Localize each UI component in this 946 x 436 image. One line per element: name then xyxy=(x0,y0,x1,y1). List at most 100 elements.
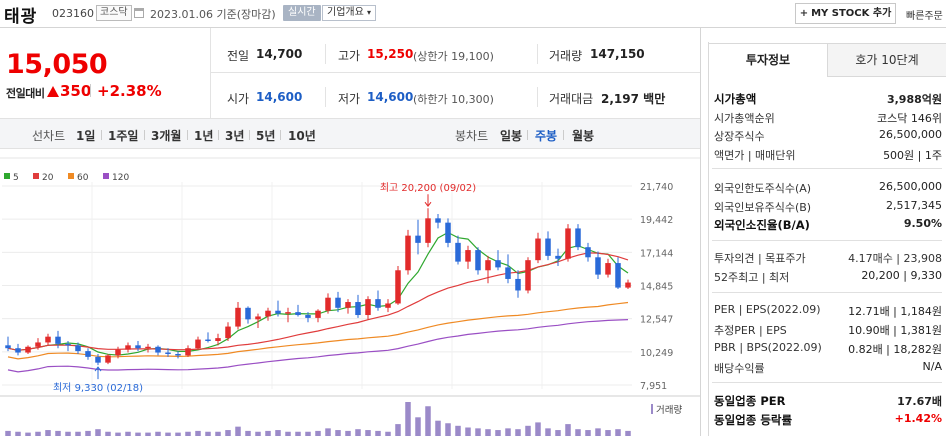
add-mystock-button[interactable]: + MY STOCK 추가 xyxy=(795,3,896,24)
info-row-value: 26,500,000 xyxy=(879,180,942,193)
stock-name: 태광 xyxy=(4,7,38,27)
candle-body xyxy=(305,315,311,318)
candle-body xyxy=(165,352,171,354)
info-row-label: 투자의견 | 목표주가 xyxy=(714,252,806,265)
info-row-label: PBR | BPS(2022.09) xyxy=(714,341,822,354)
volume-bar xyxy=(75,431,81,436)
tab-order-book[interactable]: 호가 10단계 xyxy=(828,43,946,77)
volume-bar xyxy=(585,430,591,436)
volume-bar xyxy=(375,430,381,436)
info-row-label: 동일업종 등락률 xyxy=(714,413,793,427)
candle-body xyxy=(25,346,31,353)
divider xyxy=(210,72,700,73)
info-row-label: 동일업종 PER xyxy=(714,394,786,408)
candle-body xyxy=(595,257,601,275)
prev-close-label: 전일 xyxy=(227,49,250,63)
volume-bar xyxy=(315,430,321,436)
info-row-label: 외국인소진율(B/A) xyxy=(714,218,810,232)
candle-body xyxy=(15,348,21,353)
candle-body xyxy=(615,263,621,288)
info-row-value: 17.67배 xyxy=(897,395,942,408)
candle-body xyxy=(355,302,361,316)
company-overview-dropdown[interactable]: 기업개요 ▾ xyxy=(322,5,377,21)
tab-1week[interactable]: 1주일 xyxy=(108,127,138,144)
tab-3years[interactable]: 3년 xyxy=(225,127,244,144)
divider xyxy=(90,84,91,97)
tab-investment-info[interactable]: 투자정보 xyxy=(708,43,828,77)
tab-10years[interactable]: 10년 xyxy=(288,127,316,144)
candle-body xyxy=(435,218,441,223)
volume-value: 147,150 xyxy=(590,47,645,61)
candle-body xyxy=(375,299,381,308)
volume-bar xyxy=(385,431,391,436)
volume-bar xyxy=(335,430,341,436)
volume-bar xyxy=(545,428,551,436)
change-rate: +2.38% xyxy=(97,82,162,100)
volume-bar xyxy=(55,430,61,436)
volume-bar xyxy=(575,429,581,436)
tab-5years[interactable]: 5년 xyxy=(256,127,275,144)
candle-body xyxy=(275,310,281,314)
volume-bar xyxy=(595,428,601,436)
quick-order-link[interactable]: 빠른주문 xyxy=(906,7,943,22)
divider xyxy=(527,130,528,140)
divider xyxy=(218,130,219,140)
volume-bar xyxy=(165,432,171,436)
volume-bar xyxy=(525,425,531,436)
volume-bar xyxy=(485,429,491,436)
volume-bar xyxy=(475,428,481,436)
tab-weekly-candle[interactable]: 주봉 xyxy=(535,127,557,144)
change-label: 전일대비 xyxy=(6,87,45,100)
info-row: 외국인소진율(B/A) 9.50% xyxy=(714,215,942,233)
legend-swatch xyxy=(68,173,74,179)
info-row: 추정PER | EPS 10.90배 | 1,381원 xyxy=(714,320,942,338)
tab-1day[interactable]: 1일 xyxy=(76,127,95,144)
volume-bar xyxy=(275,430,281,436)
y-tick-label: 12,547 xyxy=(640,315,673,326)
current-price: 15,050 xyxy=(6,49,108,80)
info-row-value: 0.82배 | 18,282원 xyxy=(848,343,942,356)
candle-body xyxy=(415,235,421,243)
high-annotation: 최고 20,200 (09/02) xyxy=(380,182,476,194)
volume-bar xyxy=(5,430,11,436)
candle-body xyxy=(475,250,481,271)
legend-swatch xyxy=(33,173,39,179)
volume-bar xyxy=(455,425,461,436)
upper-limit-label: (상한가 19,100) xyxy=(413,48,494,64)
volume-bar xyxy=(15,431,21,436)
candle-body xyxy=(125,345,131,350)
info-row-value: 10.90배 | 1,381원 xyxy=(848,324,942,337)
candle-body xyxy=(135,345,141,349)
tab-1year[interactable]: 1년 xyxy=(194,127,213,144)
legend-label: 120 xyxy=(112,173,129,183)
upper-limit-text: (상한가 xyxy=(413,50,448,63)
volume-bar xyxy=(65,431,71,436)
info-row-label: 추정PER | EPS xyxy=(714,324,787,337)
moving-average-line xyxy=(7,319,629,373)
tab-daily-candle[interactable]: 일봉 xyxy=(500,127,522,144)
y-tick-label: 19,442 xyxy=(640,215,673,226)
divider xyxy=(249,130,250,140)
info-row-value: 12.71배 | 1,184원 xyxy=(848,305,942,318)
info-row-value: 20,200 | 9,330 xyxy=(861,269,942,282)
info-row: 액면가 | 매매단위 500원 | 1주 xyxy=(714,145,942,163)
volume-bar xyxy=(115,432,121,436)
divider xyxy=(210,28,211,118)
price-chart[interactable]: 5 20 60 120 21,740 19,442 17,144 14,845 12,547 10… xyxy=(0,150,700,436)
tab-monthly-candle[interactable]: 월봉 xyxy=(572,127,594,144)
volume-bar xyxy=(195,430,201,436)
legend-swatch xyxy=(651,404,653,414)
candle-body xyxy=(525,260,531,291)
realtime-button[interactable]: 실시간 xyxy=(283,5,321,21)
tab-3months[interactable]: 3개월 xyxy=(151,127,181,144)
candle-body xyxy=(95,356,101,363)
divider xyxy=(537,44,538,64)
volume-bar xyxy=(175,432,181,436)
volume-label: 거래량 xyxy=(549,49,583,63)
candle-body xyxy=(535,238,541,261)
info-row: 동일업종 등락률 +1.42% xyxy=(714,410,942,428)
volume-bar xyxy=(355,429,361,436)
info-row-label: 상장주식수 xyxy=(714,130,765,143)
candle-body xyxy=(445,222,451,243)
candle-body xyxy=(215,338,221,341)
